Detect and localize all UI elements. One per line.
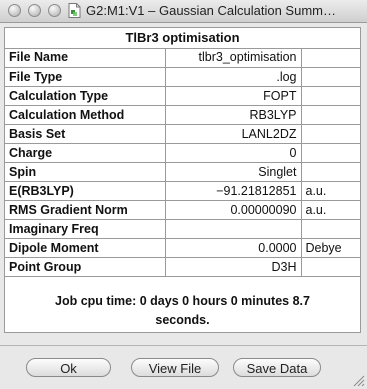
summary-table: File Name tlbr3_optimisation File Type .log… xyxy=(5,48,360,277)
row-unit: Debye xyxy=(301,238,360,258)
row-label: RMS Gradient Norm xyxy=(5,200,166,220)
row-value: FOPT xyxy=(165,86,302,106)
table-row: Charge 0 xyxy=(5,143,360,163)
row-unit xyxy=(301,143,360,163)
summary-window: G2:M1:V1 – Gaussian Calculation Summ… Tl… xyxy=(0,0,367,389)
row-value: RB3LYP xyxy=(165,105,302,125)
table-row: Dipole Moment 0.0000 Debye xyxy=(5,238,360,258)
row-label: Charge xyxy=(5,143,166,163)
row-unit xyxy=(301,257,360,277)
cpu-time-line-2: seconds. xyxy=(155,313,210,327)
row-value: −91.21812851 xyxy=(165,181,302,201)
resize-grip-icon[interactable] xyxy=(351,373,365,387)
panel-title: TlBr3 optimisation xyxy=(5,28,360,49)
title-bar[interactable]: G2:M1:V1 – Gaussian Calculation Summ… xyxy=(0,0,367,23)
table-row: File Name tlbr3_optimisation xyxy=(5,48,360,68)
table-row: RMS Gradient Norm 0.00000090 a.u. xyxy=(5,200,360,220)
summary-panel: TlBr3 optimisation File Name tlbr3_optimi… xyxy=(4,27,361,333)
row-unit xyxy=(301,67,360,87)
table-row: E(RB3LYP) −91.21812851 a.u. xyxy=(5,181,360,201)
row-unit: a.u. xyxy=(301,181,360,201)
view-file-button[interactable]: View File xyxy=(131,358,219,377)
row-label: Dipole Moment xyxy=(5,238,166,258)
table-row: Point Group D3H xyxy=(5,257,360,277)
zoom-window-button[interactable] xyxy=(48,4,61,17)
row-unit xyxy=(301,124,360,144)
row-label: Point Group xyxy=(5,257,166,277)
row-label: Calculation Type xyxy=(5,86,166,106)
row-unit: a.u. xyxy=(301,200,360,220)
row-value: D3H xyxy=(165,257,302,277)
row-value: tlbr3_optimisation xyxy=(165,48,302,68)
close-window-button[interactable] xyxy=(8,4,21,17)
table-row: Calculation Type FOPT xyxy=(5,86,360,106)
row-value: 0 xyxy=(165,143,302,163)
row-value: 0.0000 xyxy=(165,238,302,258)
row-label: File Type xyxy=(5,67,166,87)
save-data-button[interactable]: Save Data xyxy=(233,358,321,377)
table-row: Spin Singlet xyxy=(5,162,360,182)
table-row: Calculation Method RB3LYP xyxy=(5,105,360,125)
button-bar-separator xyxy=(0,345,367,346)
row-unit xyxy=(301,48,360,68)
row-unit xyxy=(301,219,360,239)
row-label: Basis Set xyxy=(5,124,166,144)
document-icon xyxy=(68,3,81,18)
window-title: G2:M1:V1 – Gaussian Calculation Summ… xyxy=(86,3,336,18)
row-label: Imaginary Freq xyxy=(5,219,166,239)
table-row: File Type .log xyxy=(5,67,360,87)
row-value: Singlet xyxy=(165,162,302,182)
row-unit xyxy=(301,105,360,125)
row-label: Spin xyxy=(5,162,166,182)
row-label: Calculation Method xyxy=(5,105,166,125)
row-unit xyxy=(301,162,360,182)
row-value: .log xyxy=(165,67,302,87)
row-value: LANL2DZ xyxy=(165,124,302,144)
row-value: 0.00000090 xyxy=(165,200,302,220)
row-label: File Name xyxy=(5,48,166,68)
cpu-time-line-1: Job cpu time: 0 days 0 hours 0 minutes 8… xyxy=(55,294,310,308)
table-row: Imaginary Freq xyxy=(5,219,360,239)
table-row: Basis Set LANL2DZ xyxy=(5,124,360,144)
minimize-window-button[interactable] xyxy=(28,4,41,17)
cpu-time-text: Job cpu time: 0 days 0 hours 0 minutes 8… xyxy=(5,292,360,330)
row-label: E(RB3LYP) xyxy=(5,181,166,201)
row-unit xyxy=(301,86,360,106)
ok-button[interactable]: Ok xyxy=(26,358,111,377)
row-value xyxy=(165,219,302,239)
